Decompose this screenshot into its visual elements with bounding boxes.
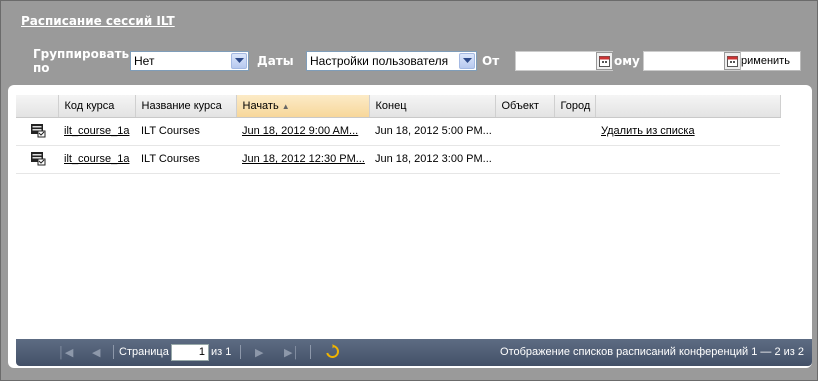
group-by-select[interactable]: Нет: [130, 51, 249, 71]
dates-select[interactable]: Настройки пользователя: [306, 51, 477, 71]
row-code-link[interactable]: ilt_course_1a: [58, 117, 135, 146]
column-header-facility[interactable]: Объект: [495, 95, 555, 118]
row-city: [554, 117, 595, 146]
pager-status-text: Отображение списков расписаний конференц…: [500, 346, 804, 358]
row-end: Jun 18, 2012 3:00 PM...: [369, 145, 495, 174]
chevron-down-icon: [231, 53, 247, 69]
page-count-label: из 1: [211, 346, 232, 358]
calendar-icon[interactable]: [724, 52, 741, 70]
session-icon: [30, 151, 46, 169]
remove-from-list-link[interactable]: Удалить из списка: [595, 117, 780, 146]
sessions-table: Код курса Название курса Начать ▲ Конец …: [16, 95, 781, 174]
row-course-name: ILT Courses: [135, 145, 236, 174]
from-label: От: [482, 54, 500, 68]
to-date-input[interactable]: [643, 51, 741, 71]
table-row: ilt_course_1a ILT Courses Jun 18, 2012 9…: [16, 117, 780, 146]
row-end: Jun 18, 2012 5:00 PM...: [369, 117, 495, 146]
row-facility: [495, 145, 554, 174]
group-by-label: Группировать по: [33, 47, 130, 75]
from-date-input[interactable]: [515, 51, 613, 71]
row-icon-cell: [16, 145, 58, 174]
column-header-city[interactable]: Город: [554, 95, 596, 118]
row-code-link[interactable]: ilt_course_1a: [58, 145, 135, 174]
page-label: Страница: [119, 346, 169, 358]
schedule-panel: Расписание сессий ILT Группировать по Не…: [0, 0, 818, 381]
first-page-icon[interactable]: │◀: [58, 346, 73, 359]
pagination-bar: │◀ ◀ Страница 1 из 1 ▶ ▶│ Отображение сп…: [16, 339, 812, 366]
dates-value: Настройки пользователя: [310, 54, 449, 68]
row-icon-cell: [16, 117, 58, 146]
to-label: ому: [614, 54, 640, 68]
dates-label: Даты: [257, 54, 294, 68]
row-start-link[interactable]: Jun 18, 2012 12:30 PM...: [236, 145, 369, 174]
sort-ascending-icon: ▲: [281, 101, 290, 111]
column-header-start[interactable]: Начать ▲: [236, 95, 370, 118]
column-header-code[interactable]: Код курса: [58, 95, 136, 118]
row-start-link[interactable]: Jun 18, 2012 9:00 AM...: [236, 117, 369, 146]
page-number-input[interactable]: 1: [171, 344, 209, 361]
pager-divider: [113, 345, 114, 359]
prev-page-icon[interactable]: ◀: [92, 346, 100, 359]
group-by-value: Нет: [134, 54, 155, 68]
page-title[interactable]: Расписание сессий ILT: [21, 14, 175, 28]
refresh-icon[interactable]: [325, 344, 340, 362]
column-header-icon: [16, 95, 59, 118]
sessions-grid-panel: Код курса Название курса Начать ▲ Конец …: [8, 85, 812, 368]
pager-divider: [310, 345, 311, 359]
row-action: [595, 145, 780, 174]
apply-button[interactable]: рименить: [740, 51, 801, 71]
column-header-name[interactable]: Название курса: [135, 95, 237, 118]
row-city: [554, 145, 595, 174]
next-page-icon[interactable]: ▶: [255, 346, 263, 359]
column-header-actions: [595, 95, 781, 118]
row-facility: [495, 117, 554, 146]
row-course-name: ILT Courses: [135, 117, 236, 146]
table-header-row: Код курса Название курса Начать ▲ Конец …: [16, 95, 781, 118]
calendar-icon[interactable]: [596, 52, 613, 70]
session-icon: [30, 123, 46, 141]
table-row: ilt_course_1a ILT Courses Jun 18, 2012 1…: [16, 145, 780, 174]
last-page-icon[interactable]: ▶│: [284, 346, 299, 359]
column-header-start-label: Начать: [242, 99, 279, 112]
column-header-end[interactable]: Конец: [369, 95, 496, 118]
chevron-down-icon: [459, 53, 475, 69]
pager-divider: [240, 345, 241, 359]
